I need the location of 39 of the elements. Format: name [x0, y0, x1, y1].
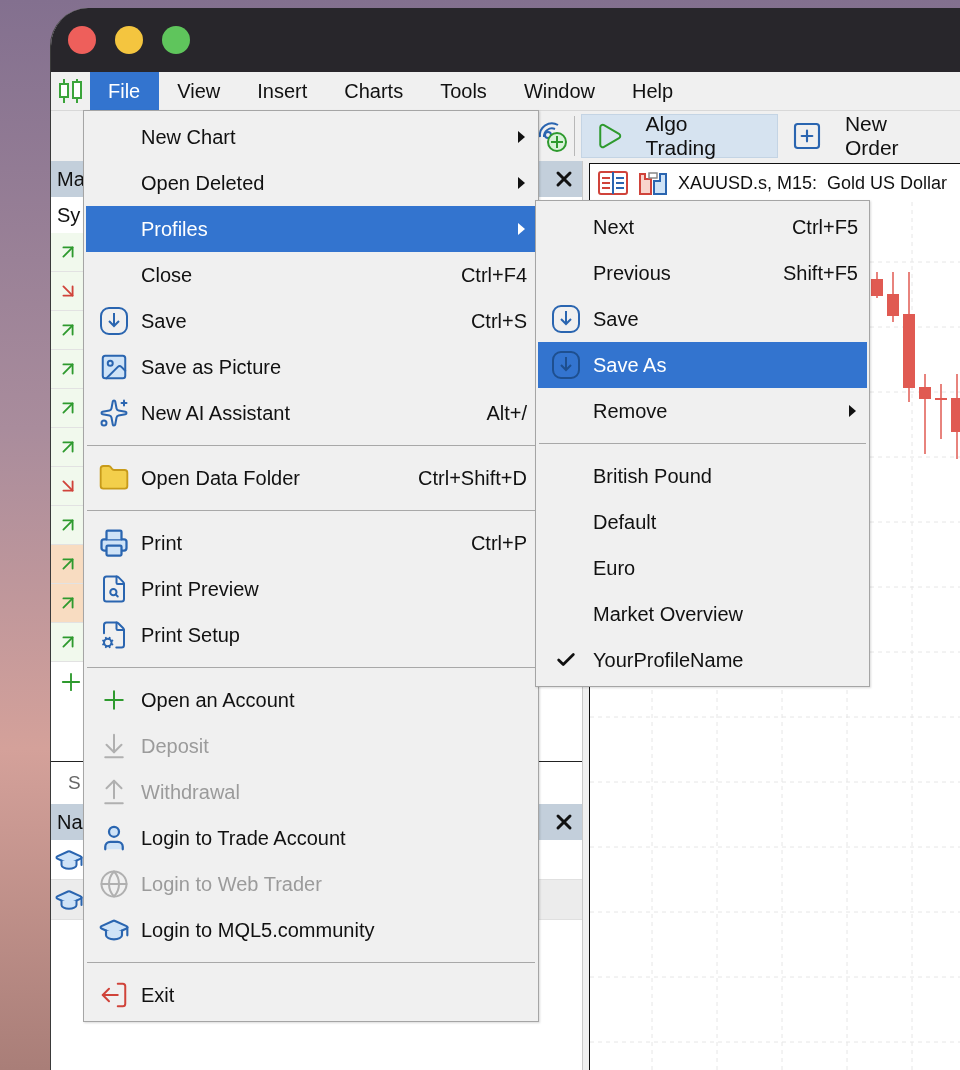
- menu-item[interactable]: Remove: [538, 388, 867, 434]
- menu-item[interactable]: Exit: [86, 972, 536, 1018]
- menu-item[interactable]: New AI Assistant Alt+/: [86, 390, 536, 436]
- menu-item[interactable]: Close Ctrl+F4: [86, 252, 536, 298]
- menu-item[interactable]: Open Deleted: [86, 160, 536, 206]
- menu-item[interactable]: Default: [538, 499, 867, 545]
- menu-bar-item[interactable]: Window: [505, 72, 614, 110]
- new-order-button[interactable]: New Order: [777, 114, 960, 158]
- menu-item[interactable]: Euro: [538, 545, 867, 591]
- panel-title: Ma: [57, 167, 85, 191]
- menu-bar-item[interactable]: View: [159, 72, 240, 110]
- menu-item[interactable]: Print Setup: [86, 612, 536, 658]
- menu-item[interactable]: Market Overview: [538, 591, 867, 637]
- algo-trading-button[interactable]: Algo Trading: [580, 114, 778, 158]
- menu-item[interactable]: Open Data Folder Ctrl+Shift+D: [86, 455, 536, 501]
- menu-bar-item[interactable]: Help: [614, 72, 693, 110]
- menu-item[interactable]: Save Ctrl+S: [86, 298, 536, 344]
- menu-bar-item[interactable]: File: [90, 72, 160, 110]
- menu-bar-item[interactable]: Tools: [422, 72, 506, 110]
- menu-item[interactable]: Print Ctrl+P: [86, 520, 536, 566]
- menu-item[interactable]: YourProfileName: [538, 637, 867, 683]
- chart-title: XAUUSD.s, M15: Gold US Dollar: [678, 172, 948, 194]
- menu-item[interactable]: Next Ctrl+F5: [538, 204, 867, 250]
- menu-item[interactable]: New Chart: [86, 114, 536, 160]
- menu-item[interactable]: Open an Account: [86, 677, 536, 723]
- menu-item[interactable]: Save: [538, 296, 867, 342]
- menu-item[interactable]: Save As: [538, 342, 867, 388]
- panel-title: Na: [57, 810, 83, 834]
- menu-bar-item[interactable]: Charts: [326, 72, 423, 110]
- menu-item[interactable]: Save as Picture: [86, 344, 536, 390]
- menu-item[interactable]: Profiles: [86, 206, 536, 252]
- menu-bar-item[interactable]: Insert: [239, 72, 327, 110]
- menu-item[interactable]: British Pound: [538, 453, 867, 499]
- tab[interactable]: S: [68, 772, 81, 794]
- menu-item[interactable]: Print Preview: [86, 566, 536, 612]
- menu-item[interactable]: Login to MQL5.community: [86, 907, 536, 953]
- column-header: Sy: [57, 203, 81, 227]
- menu-item[interactable]: Previous Shift+F5: [538, 250, 867, 296]
- menu-item[interactable]: Login to Trade Account: [86, 815, 536, 861]
